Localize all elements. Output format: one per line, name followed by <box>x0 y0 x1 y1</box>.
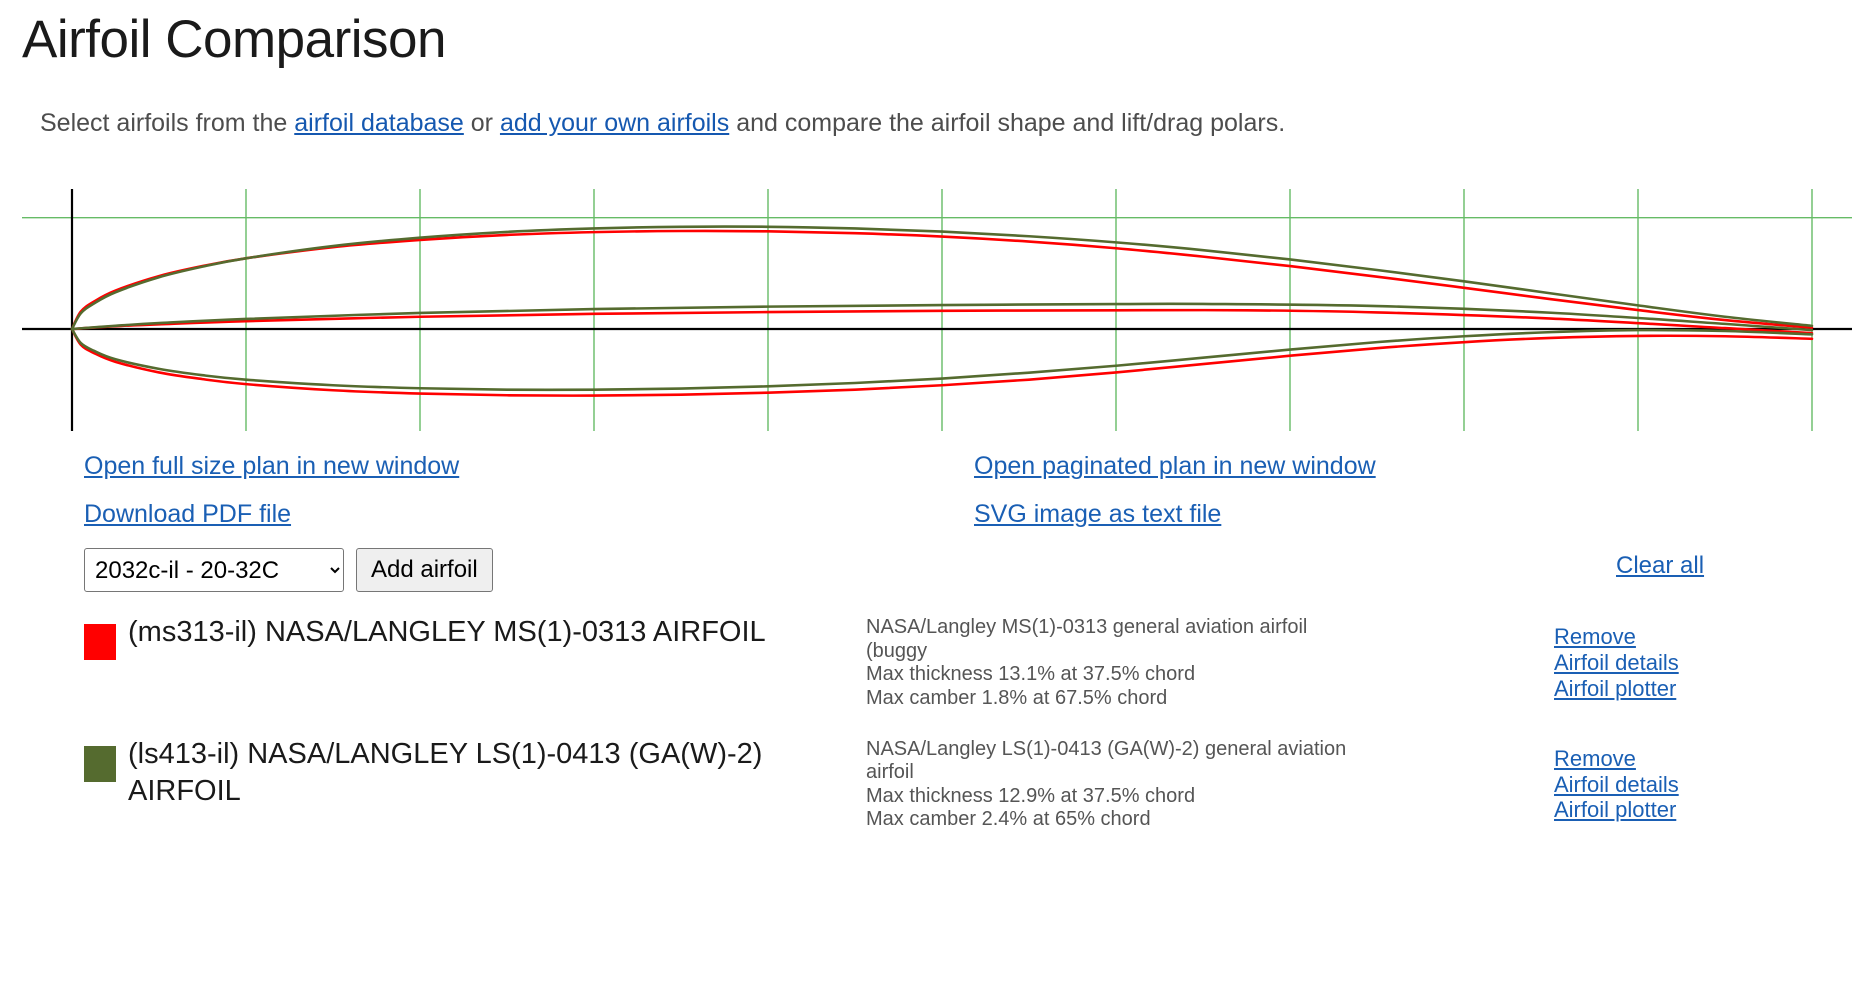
plot-link-cell-svg: SVG image as text file <box>974 500 1674 529</box>
open-paginated-plan-link[interactable]: Open paginated plan in new window <box>974 452 1376 481</box>
airfoil-plot-svg <box>22 189 1852 432</box>
airfoil-selector-row: 2032c-il - 20-32C Add airfoil Clear all <box>84 548 1844 593</box>
plot-link-cell-fullsize: Open full size plan in new window <box>84 453 974 481</box>
plot-links-group: Open full size plan in new window Open p… <box>84 453 1844 528</box>
airfoil-entry: (ms313-il) NASA/LANGLEY MS(1)-0313 AIRFO… <box>84 610 1864 710</box>
remove-link[interactable]: Remove <box>1554 624 1679 650</box>
airfoil-entry: (ls413-il) NASA/LANGLEY LS(1)-0413 (GA(W… <box>84 732 1864 832</box>
airfoil-max-thickness: Max thickness 13.1% at 37.5% chord <box>866 663 1196 686</box>
airfoil-details-link[interactable]: Airfoil details <box>1554 772 1679 798</box>
color-swatch-icon <box>84 746 116 782</box>
remove-link[interactable]: Remove <box>1554 746 1679 772</box>
airfoil-description: NASA/Langley MS(1)-0313 general aviation… <box>866 610 1386 710</box>
airfoil-max-camber: Max camber 2.4% at 65% chord <box>866 808 1151 831</box>
airfoil-plotter-link[interactable]: Airfoil plotter <box>1554 797 1679 823</box>
airfoil-desc-line: NASA/Langley LS(1)-0413 (GA(W)-2) genera… <box>866 738 1347 760</box>
airfoil-list: (ms313-il) NASA/LANGLEY MS(1)-0313 AIRFO… <box>84 610 1864 831</box>
clear-all-link[interactable]: Clear all <box>1616 552 1704 580</box>
airfoil-name: (ls413-il) NASA/LANGLEY LS(1)-0413 (GA(W… <box>128 738 763 808</box>
airfoil-max-thickness: Max thickness 12.9% at 37.5% chord <box>866 784 1196 807</box>
download-pdf-link[interactable]: Download PDF file <box>84 500 291 528</box>
intro-paragraph: Select airfoils from the airfoil databas… <box>40 107 1844 140</box>
airfoil-description: NASA/Langley LS(1)-0413 (GA(W)-2) genera… <box>866 732 1386 832</box>
airfoil-max-camber: Max camber 1.8% at 67.5% chord <box>866 686 1168 709</box>
airfoil-shape-plot <box>22 181 1852 439</box>
plot-links-row-2: Download PDF file SVG image as text file <box>84 500 1844 529</box>
airfoil-desc-line: airfoil <box>866 761 914 784</box>
airfoil-actions: Remove Airfoil details Airfoil plotter <box>1554 624 1679 701</box>
airfoil-select[interactable]: 2032c-il - 20-32C <box>84 548 344 593</box>
plot-link-cell-paginated: Open paginated plan in new window <box>974 453 1674 481</box>
page-title: Airfoil Comparison <box>22 10 446 69</box>
page-root: Airfoil Comparison Select airfoils from … <box>0 10 1866 997</box>
airfoil-desc-line: NASA/Langley MS(1)-0313 general aviation… <box>866 616 1308 639</box>
intro-text-2: or <box>463 108 500 137</box>
airfoil-actions: Remove Airfoil details Airfoil plotter <box>1554 746 1679 823</box>
airfoil-plotter-link[interactable]: Airfoil plotter <box>1554 676 1679 702</box>
airfoil-database-link[interactable]: airfoil database <box>294 109 464 137</box>
intro-text-3: and compare the airfoil shape and lift/d… <box>729 108 1286 137</box>
open-full-size-plan-link[interactable]: Open full size plan in new window <box>84 452 459 481</box>
plot-link-cell-pdf: Download PDF file <box>84 500 974 529</box>
color-swatch-icon <box>84 624 116 661</box>
plot-links-row-1: Open full size plan in new window Open p… <box>84 453 1844 481</box>
airfoil-details-link[interactable]: Airfoil details <box>1554 650 1679 676</box>
add-your-own-airfoils-link[interactable]: add your own airfoils <box>500 109 729 137</box>
add-airfoil-button[interactable]: Add airfoil <box>356 548 493 593</box>
svg-image-text-link[interactable]: SVG image as text file <box>974 500 1221 528</box>
intro-text-1: Select airfoils from the <box>40 108 295 137</box>
airfoil-desc-line: (buggy <box>866 639 928 662</box>
airfoil-name: (ms313-il) NASA/LANGLEY MS(1)-0313 AIRFO… <box>128 616 766 649</box>
